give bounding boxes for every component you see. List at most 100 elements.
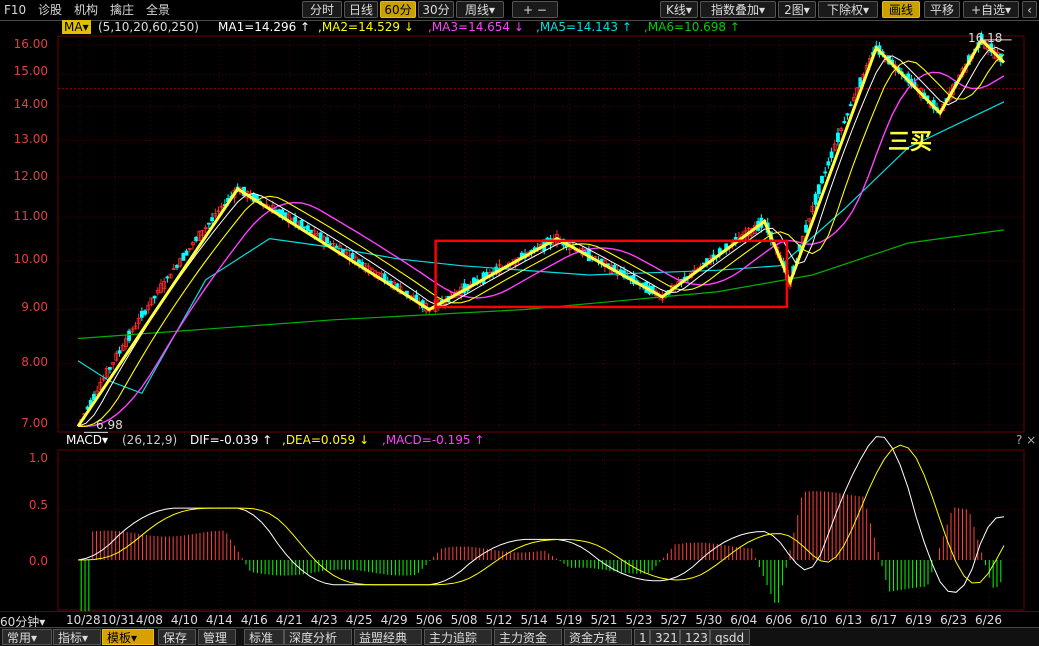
ma-indicator-button[interactable]: MA▾	[62, 20, 91, 34]
date-tick: 4/23	[310, 613, 338, 627]
ma3-value: ,MA3=14.654 ↓	[428, 20, 524, 34]
macd-help-close[interactable]: ? ×	[1016, 433, 1036, 447]
candle-body	[334, 245, 339, 248]
period-60min[interactable]: 60分	[380, 1, 416, 18]
period-daily[interactable]: 日线	[344, 1, 378, 18]
date-tick: 6/17	[870, 613, 898, 627]
ma1-value: MA1=14.296 ↑	[218, 20, 311, 34]
price-tick: 10.00	[13, 252, 48, 266]
date-tick: 10/28	[66, 613, 101, 627]
dea-line	[77, 444, 1005, 586]
date-tick: 5/21	[590, 613, 618, 627]
candle-body	[181, 252, 186, 261]
f10-button[interactable]: F10	[4, 2, 26, 18]
tab-template[interactable]: 模板▾	[102, 629, 154, 645]
tab-manage[interactable]: 管理	[198, 629, 236, 645]
candle-body	[325, 237, 329, 244]
menu-panorama[interactable]: 全景	[146, 2, 170, 18]
draw-line-button[interactable]: 画线	[882, 1, 920, 18]
date-tick: 5/19	[555, 613, 583, 627]
macd-tick: 0.0	[28, 554, 48, 568]
tab-qsdd[interactable]: qsdd	[710, 629, 750, 645]
candle-body	[350, 252, 355, 260]
candle-body	[152, 295, 157, 299]
tab-save[interactable]: 保存	[158, 629, 196, 645]
macd-indicator-button[interactable]: MACD▾	[66, 433, 108, 447]
candle-body	[816, 184, 821, 195]
translate-button[interactable]: 平移	[924, 1, 960, 18]
layout-dropdown[interactable]: 2图▾	[778, 1, 816, 18]
tab-fund-equation[interactable]: 资金方程	[564, 629, 632, 645]
menu-diagnose[interactable]: 诊股	[38, 2, 62, 18]
collapse-icon[interactable]: ‹	[1022, 1, 1037, 18]
period-30min[interactable]: 30分	[418, 1, 454, 18]
candle-body	[848, 104, 853, 107]
price-tick: 12.00	[13, 169, 48, 183]
k-type-dropdown[interactable]: K线▾	[660, 1, 698, 18]
candle-body	[823, 171, 828, 174]
date-tick: 6/10	[800, 613, 828, 627]
ma1-line	[77, 46, 1005, 427]
dea-value: ,DEA=0.059 ↓	[282, 433, 370, 447]
candle-body	[813, 193, 818, 205]
chart-canvas[interactable]	[0, 20, 1039, 611]
ma5-value: ,MA5=14.143 ↑	[536, 20, 632, 34]
candle-body	[184, 250, 189, 256]
macd-tick: 1.0	[28, 451, 48, 465]
bottom-tabbar: 常用▾ 指标▾ 模板▾ 保存 管理 标准 深度分析 益盟经典 主力追踪 主力资金…	[0, 627, 1039, 646]
candle-body	[829, 151, 834, 158]
candle-body	[175, 265, 179, 268]
candle-body	[306, 225, 310, 232]
tab-main-funds[interactable]: 主力资金	[494, 629, 562, 645]
candle-body	[328, 243, 333, 246]
candle-body	[194, 236, 199, 242]
macd-value: ,MACD=-0.195 ↑	[382, 433, 485, 447]
index-overlay-dropdown[interactable]: 指数叠加▾	[700, 1, 776, 18]
tab-1[interactable]: 1	[634, 629, 650, 645]
candle-body	[117, 350, 122, 354]
date-tick: 5/08	[450, 613, 478, 627]
macd-params: (26,12,9)	[122, 433, 178, 447]
dif-value: DIF=-0.039 ↑	[190, 433, 273, 447]
date-tick: 4/29	[380, 613, 408, 627]
candle-body	[804, 224, 808, 233]
tab-deep-analysis[interactable]: 深度分析	[284, 629, 352, 645]
price-tick: 13.00	[13, 132, 48, 146]
date-tick: 6/19	[905, 613, 933, 627]
date-tick: 5/06	[415, 613, 443, 627]
zoom-buttons[interactable]: + −	[512, 1, 558, 18]
menu-institution[interactable]: 机构	[74, 2, 98, 18]
price-tick: 7.00	[21, 416, 48, 430]
date-tick: 6/26	[975, 613, 1002, 627]
tab-321[interactable]: 321	[650, 629, 680, 645]
tab-indicator[interactable]: 指标▾	[53, 629, 101, 645]
date-tick: 4/21	[275, 613, 303, 627]
price-tick: 14.00	[13, 97, 48, 111]
date-tick: 4/14	[205, 613, 233, 627]
high-price-label: 16.18	[968, 31, 1003, 45]
date-tick: 6/04	[730, 613, 758, 627]
tab-main-tracking[interactable]: 主力追踪	[424, 629, 492, 645]
ma2-value: ,MA2=14.529 ↓	[318, 20, 414, 34]
tab-standard[interactable]: 标准	[244, 629, 284, 645]
price-tick: 8.00	[21, 355, 48, 369]
candle-body	[139, 310, 144, 318]
candle-body	[210, 217, 215, 222]
date-tick: 6/06	[765, 613, 793, 627]
menu-banker[interactable]: 擒庄	[110, 2, 134, 18]
period-timeshare[interactable]: 分时	[302, 1, 342, 18]
macd-legend: MACD▾ (26,12,9) DIF=-0.039 ↑ ,DEA=0.059 …	[0, 433, 1039, 449]
date-tick: 6/23	[940, 613, 968, 627]
adjust-dropdown[interactable]: 下除权▾	[818, 1, 878, 18]
tab-common[interactable]: 常用▾	[2, 629, 52, 645]
third-buy-annotation: 三买	[888, 130, 933, 155]
ma-legend: MA▾ (5,10,20,60,250) MA1=14.296 ↑ ,MA2=1…	[0, 20, 1039, 36]
period-weekly[interactable]: 周线▾	[456, 1, 504, 18]
candle-body	[143, 310, 147, 315]
watchlist-button[interactable]: +自选▾	[963, 1, 1019, 18]
tab-emoney-classic[interactable]: 益盟经典	[354, 629, 422, 645]
date-tick: 5/30	[695, 613, 723, 627]
tab-123[interactable]: 123	[680, 629, 710, 645]
price-tick: 16.00	[13, 37, 48, 51]
ma6-value: ,MA6=10.698 ↑	[644, 20, 740, 34]
